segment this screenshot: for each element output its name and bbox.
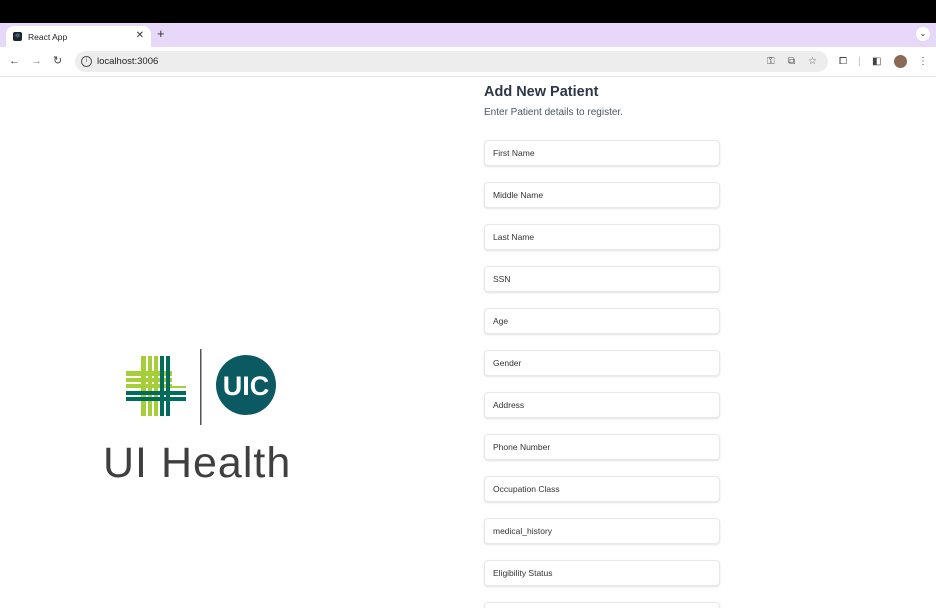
close-tab-icon[interactable]: ✕ bbox=[136, 30, 144, 42]
menu-kebab-icon[interactable]: ⋮ bbox=[918, 55, 928, 68]
react-favicon-icon: ⚛ bbox=[13, 32, 22, 41]
logo-cutout bbox=[126, 404, 140, 416]
forward-arrow-icon[interactable]: → bbox=[31, 54, 42, 68]
occupation-class-input[interactable] bbox=[484, 476, 720, 502]
gender-input[interactable] bbox=[484, 350, 720, 376]
tab-strip: ⚛ React App ✕ bbox=[0, 23, 936, 47]
medical-history-input[interactable] bbox=[484, 518, 720, 544]
first-name-input[interactable] bbox=[484, 140, 720, 166]
toolbar-divider: | bbox=[858, 56, 861, 67]
logo-bar bbox=[148, 356, 152, 416]
browser-tab[interactable]: ⚛ React App ✕ bbox=[6, 26, 151, 47]
phone-number-input[interactable] bbox=[484, 434, 720, 460]
age-input[interactable] bbox=[484, 308, 720, 334]
extensions-puzzle-icon[interactable]: ⧠ bbox=[839, 55, 847, 68]
last-name-input[interactable] bbox=[484, 224, 720, 250]
url-text: localhost:3006 bbox=[97, 56, 159, 67]
bookmark-star-icon[interactable]: ☆ bbox=[808, 55, 817, 68]
address-bar[interactable]: i localhost:3006 ⚿ ⧉ ☆ bbox=[75, 51, 828, 72]
page-content: UIC UI Health Add New Patient Enter Pati… bbox=[0, 77, 936, 608]
os-top-bar bbox=[0, 0, 936, 23]
ui-health-wordmark: UI Health bbox=[103, 439, 292, 487]
eligibility-status-input[interactable] bbox=[484, 560, 720, 586]
logo-bar bbox=[154, 356, 158, 416]
uic-text: UIC bbox=[223, 371, 270, 401]
install-app-icon[interactable]: ⧉ bbox=[788, 55, 795, 68]
site-info-icon[interactable]: i bbox=[81, 56, 92, 67]
side-panel-icon[interactable]: ◧ bbox=[872, 55, 881, 68]
ssn-input[interactable] bbox=[484, 266, 720, 292]
new-tab-icon[interactable]: + bbox=[157, 26, 165, 42]
password-key-icon[interactable]: ⚿ bbox=[767, 55, 775, 68]
logo-bar bbox=[166, 356, 170, 416]
profile-avatar[interactable] bbox=[894, 55, 907, 68]
browser-toolbar: ← → ↻ i localhost:3006 ⚿ ⧉ ☆ ⧠ | ◧ ⋮ bbox=[0, 47, 936, 77]
page-subtitle: Enter Patient details to register. bbox=[484, 107, 623, 118]
next-field-partial[interactable] bbox=[484, 602, 720, 608]
page-title: Add New Patient bbox=[484, 84, 599, 100]
logo-cutout bbox=[172, 356, 186, 386]
logo-bar bbox=[126, 397, 186, 401]
logo-bar bbox=[126, 391, 186, 395]
logo-bar bbox=[160, 356, 164, 416]
back-arrow-icon[interactable]: ← bbox=[9, 54, 20, 68]
logo-divider bbox=[200, 349, 202, 425]
logo-bar bbox=[141, 356, 146, 416]
reload-icon[interactable]: ↻ bbox=[53, 54, 62, 68]
middle-name-input[interactable] bbox=[484, 182, 720, 208]
address-input[interactable] bbox=[484, 392, 720, 418]
tab-search-chevron-icon[interactable]: ⌄ bbox=[916, 27, 930, 41]
tab-title: React App bbox=[28, 31, 68, 42]
